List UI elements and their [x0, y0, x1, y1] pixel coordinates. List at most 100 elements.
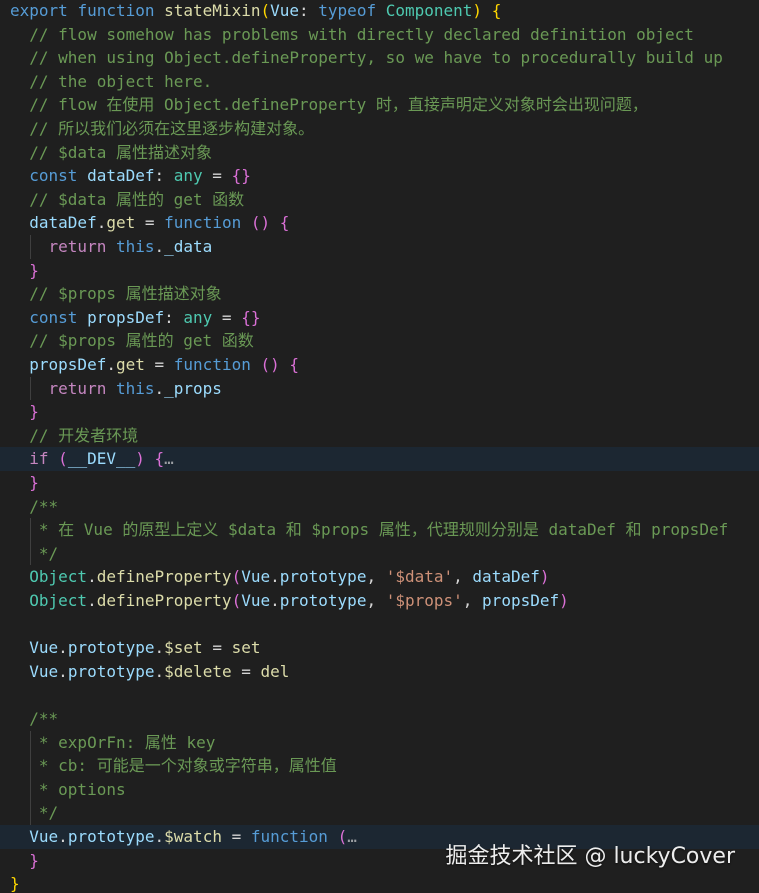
code-token: ( — [231, 591, 242, 610]
code-line[interactable]: Vue.prototype.$delete = del — [0, 660, 759, 684]
code-line[interactable]: */ — [0, 801, 759, 825]
code-line[interactable]: * cb: 可能是一个对象或字符串，属性值 — [0, 754, 759, 778]
code-token: . — [58, 827, 68, 846]
code-token: prototype — [67, 661, 155, 681]
code-line[interactable]: } — [0, 872, 759, 893]
code-token: const — [10, 166, 88, 186]
code-token: const — [10, 307, 88, 327]
code-token: propsDef — [87, 307, 165, 327]
code-token: return — [10, 378, 116, 398]
code-token: { — [289, 355, 300, 374]
code-line[interactable]: Object.defineProperty(Vue.prototype, '$p… — [0, 589, 759, 613]
code-token: $delete — [164, 661, 232, 681]
code-token: * expOrFn: 属性 key — [10, 732, 216, 752]
code-token: { — [491, 1, 502, 20]
code-line[interactable]: if (__DEV__) {… — [0, 447, 759, 471]
code-token: = — [135, 213, 165, 233]
code-token: defineProperty — [96, 591, 232, 610]
code-token: Object — [10, 591, 88, 610]
code-line[interactable]: propsDef.get = function () { — [0, 353, 759, 377]
code-line[interactable]: /** — [0, 495, 759, 519]
code-line[interactable]: * options — [0, 778, 759, 802]
code-token: , — [366, 591, 386, 610]
code-token: } — [10, 874, 20, 893]
code-token: } — [10, 473, 39, 492]
code-token: // 开发者环境 — [10, 425, 139, 445]
code-token: propsDef — [482, 591, 560, 610]
code-line[interactable]: } — [0, 259, 759, 283]
code-token: * cb: 可能是一个对象或字符串，属性值 — [10, 756, 337, 776]
code-token: : — [299, 1, 319, 20]
code-line[interactable]: const dataDef: any = {} — [0, 164, 759, 188]
code-line[interactable]: } — [0, 400, 759, 424]
indent-guide — [30, 235, 31, 259]
code-token: : — [154, 166, 174, 186]
fold-ellipsis[interactable]: … — [347, 827, 357, 846]
code-token: get — [115, 355, 145, 374]
code-token: } — [10, 260, 39, 280]
code-token: // flow somehow has problems with direct… — [10, 24, 694, 44]
code-token: // 所以我们必须在这里逐步构建对象。 — [10, 119, 315, 138]
code-token: dataDef — [472, 567, 540, 587]
code-line[interactable]: // $props 属性描述对象 — [0, 282, 759, 306]
code-token: . — [106, 355, 116, 374]
code-token: . — [154, 661, 165, 681]
code-line[interactable]: export function stateMixin(Vue: typeof C… — [0, 0, 759, 23]
code-token: del — [260, 661, 290, 681]
code-token: typeof — [318, 1, 386, 20]
code-line[interactable] — [0, 613, 759, 637]
fold-ellipsis[interactable]: … — [164, 449, 174, 468]
code-token: . — [154, 237, 165, 256]
code-token: Vue — [10, 661, 59, 681]
code-token: , — [453, 567, 473, 587]
code-line[interactable]: const propsDef: any = {} — [0, 306, 759, 330]
code-token: */ — [10, 803, 59, 823]
code-token: Vue — [10, 827, 59, 846]
code-token: . — [87, 567, 97, 587]
code-line[interactable]: /** — [0, 707, 759, 731]
code-token: : — [164, 307, 184, 327]
code-line[interactable]: // 开发者环境 — [0, 424, 759, 448]
code-token: Vue — [10, 638, 59, 658]
code-line[interactable]: * 在 Vue 的原型上定义 $data 和 $props 属性，代理规则分别是… — [0, 518, 759, 542]
code-token: . — [87, 591, 97, 610]
code-line[interactable]: dataDef.get = function () { — [0, 211, 759, 235]
indent-guide — [30, 518, 31, 566]
code-line[interactable]: Vue.prototype.$set = set — [0, 636, 759, 660]
code-token: function — [77, 1, 165, 20]
code-token: */ — [10, 543, 59, 563]
code-line[interactable]: // flow somehow has problems with direct… — [0, 23, 759, 47]
watermark: 掘金技术社区 @ luckyCover — [445, 844, 735, 869]
code-token: any — [173, 166, 203, 186]
code-line[interactable]: return this._data — [0, 235, 759, 259]
code-line[interactable]: // when using Object.defineProperty, so … — [0, 46, 759, 70]
code-line[interactable]: Object.defineProperty(Vue.prototype, '$d… — [0, 565, 759, 589]
code-line[interactable]: // $data 属性描述对象 — [0, 141, 759, 165]
code-token: = — [212, 307, 242, 327]
code-line[interactable]: // 所以我们必须在这里逐步构建对象。 — [0, 117, 759, 141]
code-line[interactable]: return this._props — [0, 377, 759, 401]
code-line[interactable]: * expOrFn: 属性 key — [0, 731, 759, 755]
code-token: {} — [241, 307, 261, 327]
code-line[interactable]: // $props 属性的 get 函数 — [0, 329, 759, 353]
code-line[interactable]: // flow 在使用 Object.defineProperty 时，直接声明… — [0, 93, 759, 117]
code-token: set — [231, 638, 261, 658]
code-editor[interactable]: export function stateMixin(Vue: typeof C… — [0, 0, 759, 893]
code-token: stateMixin — [164, 1, 261, 20]
code-token: _props — [164, 378, 222, 398]
code-line[interactable] — [0, 683, 759, 707]
code-token: . — [58, 661, 68, 681]
code-token: . — [270, 567, 280, 587]
code-token: * 在 Vue 的原型上定义 $data 和 $props 属性，代理规则分别是… — [10, 520, 729, 540]
code-line[interactable]: // $data 属性的 get 函数 — [0, 188, 759, 212]
code-line[interactable]: // the object here. — [0, 70, 759, 94]
code-line[interactable]: } — [0, 471, 759, 495]
code-token: ) — [559, 591, 569, 610]
code-token: . — [154, 827, 165, 846]
code-line[interactable]: */ — [0, 542, 759, 566]
code-token: // $data 属性的 get 函数 — [10, 189, 245, 209]
